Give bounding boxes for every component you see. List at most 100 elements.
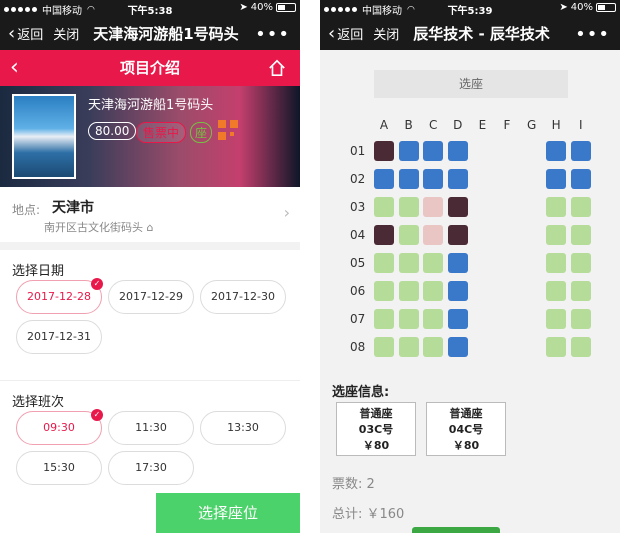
seat-free[interactable] [374, 337, 394, 357]
ticket-card: 普通座 04C号 ￥80 [426, 402, 506, 456]
seat-free[interactable] [374, 281, 394, 301]
time-chip[interactable]: 15:30 [16, 451, 102, 485]
seat-free[interactable] [423, 253, 444, 273]
seat-free[interactable] [546, 309, 567, 329]
time-chip-label: 13:30 [227, 421, 259, 434]
ticket-price: ￥80 [362, 439, 390, 452]
seat-chosen[interactable] [423, 197, 444, 217]
date-section: 选择日期 2017-12-28 ✓ 2017-12-29 2017-12-30 2017… [0, 250, 300, 380]
back-button[interactable]: ‹ 返回 [8, 23, 43, 44]
seat-free[interactable] [546, 281, 567, 301]
seat-info-title: 选座信息: [332, 385, 390, 400]
seat-avail[interactable] [447, 141, 468, 161]
seat-free[interactable] [570, 253, 591, 273]
check-icon: ✓ [91, 409, 103, 421]
seat-avail[interactable] [447, 253, 468, 273]
seat-free[interactable] [398, 337, 419, 357]
qr-code-icon[interactable] [218, 120, 238, 140]
home-icon[interactable] [268, 59, 286, 77]
banner-title: 天津海河游船1号码头 [88, 98, 214, 113]
seat-free[interactable] [398, 225, 419, 245]
seat-avail[interactable] [570, 169, 591, 189]
time-chip[interactable]: 13:30 [200, 411, 286, 445]
location-icon: ➤ [559, 2, 568, 13]
seat-avail[interactable] [423, 169, 444, 189]
time-chip[interactable]: 09:30 ✓ [16, 409, 103, 445]
check-icon: ✓ [91, 278, 103, 290]
seat-avail[interactable] [546, 141, 567, 161]
seat-avail[interactable] [447, 337, 468, 357]
sub-header: ‹ 项目介绍 [0, 50, 300, 86]
project-banner: 天津海河游船1号码头 80.00 售票中 座 [0, 86, 300, 187]
seat-free[interactable] [374, 197, 394, 217]
seat-avail[interactable] [447, 169, 468, 189]
seat-free[interactable] [398, 309, 419, 329]
seat-column-header: I [579, 118, 583, 132]
seat-column-header: D [453, 118, 463, 132]
seat-row-header: 08 [350, 340, 366, 354]
seat-free[interactable] [423, 281, 444, 301]
seat-chosen[interactable] [423, 225, 444, 245]
battery-indicator: ➤ 40% [239, 2, 296, 13]
seat-free[interactable] [398, 197, 419, 217]
seat-free[interactable] [546, 337, 567, 357]
seat-free[interactable] [423, 309, 444, 329]
status-bar: 中国移动 ◠ 下午5:39 ➤ 40% [320, 0, 620, 17]
ticket-seat: 04C号 [448, 423, 484, 436]
status-bar: 中国移动 ◠ 下午5:38 ➤ 40% [0, 0, 300, 17]
seat-avail[interactable] [423, 141, 444, 161]
battery-icon [596, 3, 616, 12]
seat-column-header: H [551, 118, 561, 132]
left-phone-screen: 中国移动 ◠ 下午5:38 ➤ 40% ‹ 返回 关闭 天津海河游船1号码头 ••… [0, 0, 300, 533]
date-chip[interactable]: 2017-12-29 [108, 280, 194, 314]
back-label: 返回 [17, 27, 44, 43]
chevron-left-icon[interactable]: ‹ [10, 50, 19, 86]
date-section-title: 选择日期 [12, 264, 65, 279]
time-chip[interactable]: 17:30 [108, 451, 194, 485]
seat-avail[interactable] [398, 169, 419, 189]
seat-free[interactable] [570, 197, 591, 217]
seat-free[interactable] [570, 225, 591, 245]
close-button[interactable]: 关闭 [373, 24, 399, 43]
seat-free[interactable] [398, 281, 419, 301]
more-button[interactable]: ••• [575, 24, 610, 45]
confirm-button[interactable] [412, 527, 500, 533]
wechat-nav-bar: ‹ 返回 关闭 天津海河游船1号码头 ••• [0, 16, 300, 50]
seat-row-header: 07 [350, 312, 366, 326]
seat-free[interactable] [546, 225, 567, 245]
address-row[interactable]: 地点: 天津市 南开区古文化街码头 ⌂ › [0, 187, 300, 242]
seat-row-header: 03 [350, 200, 366, 214]
seat-avail[interactable] [398, 141, 419, 161]
seat-free[interactable] [570, 337, 591, 357]
date-chip[interactable]: 2017-12-28 ✓ [16, 278, 103, 314]
chevron-right-icon: › [283, 203, 290, 222]
more-button[interactable]: ••• [255, 24, 290, 45]
date-chip-label: 2017-12-29 [119, 290, 183, 303]
seat-free[interactable] [570, 309, 591, 329]
seat-avail[interactable] [374, 169, 394, 189]
seat-free[interactable] [374, 253, 394, 273]
seat-avail[interactable] [447, 309, 468, 329]
address-city: 天津市 [52, 200, 94, 216]
seat-row-header: 01 [350, 144, 366, 158]
time-chip[interactable]: 11:30 [108, 411, 194, 445]
seat-avail[interactable] [447, 281, 468, 301]
seat-avail[interactable] [570, 141, 591, 161]
select-seat-button[interactable]: 选择座位 [156, 493, 300, 533]
seat-free[interactable] [398, 253, 419, 273]
seat-free[interactable] [546, 253, 567, 273]
date-chip[interactable]: 2017-12-30 [200, 280, 286, 314]
time-chip-list: 09:30 ✓ 11:30 13:30 15:30 17:30 [0, 409, 300, 485]
back-button[interactable]: ‹ 返回 [328, 23, 363, 44]
seat-sold [374, 225, 394, 245]
ticket-seat: 03C号 [358, 423, 394, 436]
close-button[interactable]: 关闭 [53, 24, 79, 43]
seat-free[interactable] [546, 197, 567, 217]
seat-avail[interactable] [546, 169, 567, 189]
date-chip[interactable]: 2017-12-31 [16, 320, 102, 354]
seat-free[interactable] [570, 281, 591, 301]
seat-row-header: 05 [350, 256, 366, 270]
price-badge: 80.00 [88, 122, 137, 140]
seat-free[interactable] [423, 337, 444, 357]
seat-free[interactable] [374, 309, 394, 329]
